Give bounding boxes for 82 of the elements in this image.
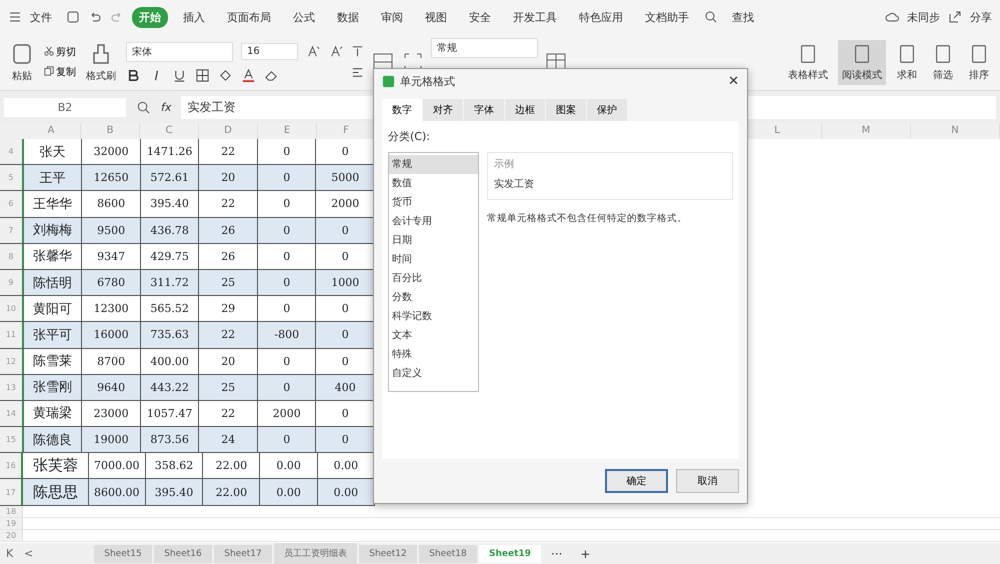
table-cell: 26 [199,218,258,243]
table-cell: 0 [258,191,316,217]
table-cell: 25 [199,374,258,400]
table-cell: 黄瑞梁 [24,400,82,426]
table-cell: 0.00 [260,479,318,505]
dialog-title: 单元格格式 [400,74,455,88]
table-cell: 20 [199,165,258,190]
table-cell: 395.40 [146,479,204,505]
table-cell: 2000 [258,400,316,426]
table-cell: 26 [199,244,258,269]
table-cell: 400 [316,374,376,400]
table-cell: 0 [258,427,316,452]
table-cell: 0 [316,218,376,243]
table-cell: 0 [258,374,316,400]
table-cell: 436.78 [140,218,200,243]
table-cell: 0 [258,270,316,296]
table-cell: 735.63 [140,322,200,348]
table-cell: 1057.47 [140,400,200,426]
table-cell: 22.00 [203,453,260,478]
table-cell: 0.00 [318,479,376,505]
table-cell: 0 [258,218,316,243]
table-cell: 8600.00 [88,479,146,505]
table-cell: 429.75 [140,244,200,269]
table-cell: 12300 [82,296,141,322]
table-cell: 25 [199,270,258,296]
table-cell: 23000 [82,400,141,426]
table-cell: 0 [258,244,316,269]
table-cell: 刘梅梅 [24,218,82,243]
table-cell: 0 [258,165,316,190]
table-cell: 565.52 [140,296,200,322]
table-cell: 873.56 [140,427,200,452]
table-cell: 0 [258,139,316,164]
table-cell: 张馨华 [24,244,82,269]
sample-label: 示例 [494,158,515,171]
table-cell: 12650 [82,165,141,190]
table-cell: 0 [258,348,316,374]
table-cell: 22 [199,400,258,426]
description-text: 常规单元格格式不包含任何特定的数字格式。 [487,212,688,225]
table-cell: 张雪刚 [24,374,82,400]
table-cell: 张芙蓉 [23,453,89,478]
table-cell: 陈恬明 [24,270,82,296]
sample-value: 实发工资 [494,178,535,191]
table-cell: 张天 [24,139,82,164]
table-cell: 9347 [82,244,141,269]
table-cell: -800 [258,322,316,348]
table-cell: 9640 [82,374,141,400]
table-cell: 王华华 [24,191,82,217]
table-cell: 24 [199,427,258,452]
table-cell: 1471.26 [140,139,200,164]
table-cell: 19000 [82,427,141,452]
table-cell: 32000 [82,139,141,164]
table-cell: 443.22 [140,374,200,400]
table-cell: 9500 [82,218,141,243]
table-cell: 22 [199,139,258,164]
table-cell: 22 [199,322,258,348]
table-cell: 22.00 [203,479,260,505]
table-cell: 7000.00 [88,453,146,478]
table-cell: 5000 [316,165,376,190]
table-cell: 0 [258,296,316,322]
table-cell: 陈思思 [23,479,89,505]
table-cell: 黄阳可 [24,296,82,322]
table-cell: 311.72 [140,270,200,296]
table-cell: 29 [199,296,258,322]
table-cell: 8700 [82,348,141,374]
table-cell: 0 [316,427,376,452]
table-cell: 8600 [82,191,141,217]
table-cell: 395.40 [140,191,200,217]
table-cell: 王平 [24,165,82,190]
table-cell: 1000 [316,270,376,296]
table-cell: 陈德良 [24,427,82,452]
table-cell: 6780 [82,270,141,296]
table-cell: 572.61 [140,165,200,190]
table-cell: 16000 [82,322,141,348]
table-cell: 陈雪莱 [24,348,82,374]
table-cell: 0.00 [260,453,318,478]
category-label: 分类(C): [388,129,431,144]
table-cell: 0 [316,322,376,348]
table-cell: 358.62 [146,453,204,478]
table-cell: 22 [199,191,258,217]
table-cell: 20 [199,348,258,374]
table-cell: 张平可 [24,322,82,348]
table-cell: 400.00 [140,348,200,374]
